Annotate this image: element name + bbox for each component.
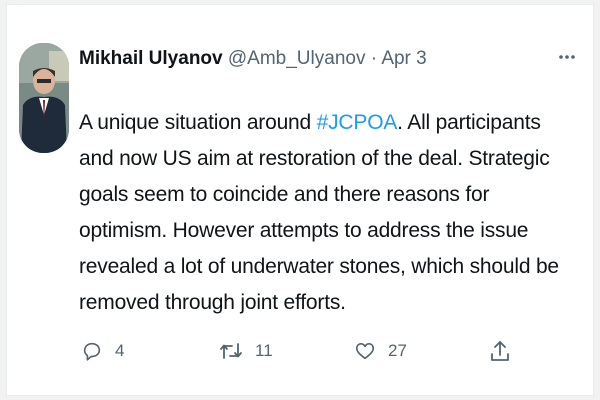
tweet-text-intro: A unique situation around [79,111,317,134]
tweet-date[interactable]: Apr 3 [381,48,426,69]
like-button[interactable]: 27 [354,333,407,369]
author-name[interactable]: Mikhail Ulyanov [79,48,223,69]
reply-icon [83,342,101,361]
tweet-actions: 4 11 27 [79,333,519,369]
like-icon [355,343,375,360]
header-separator: · [370,48,378,69]
reply-count: 4 [115,341,125,360]
retweet-button[interactable]: 11 [219,333,273,369]
avatar-photo [19,43,69,153]
author-handle[interactable]: @Amb_Ulyanov [228,48,366,69]
retweet-count: 11 [255,341,273,360]
tweet-header: Mikhail Ulyanov @Amb_Ulyanov · Apr 3 [79,47,427,71]
reply-button[interactable]: 4 [81,333,124,369]
hashtag-link[interactable]: #JCPOA [317,111,398,134]
more-icon[interactable] [557,49,577,65]
share-button[interactable] [489,333,511,369]
retweet-icon [220,343,242,359]
share-icon [491,341,509,361]
tweet-text-rest: . All participants and now US aim at res… [79,111,559,314]
tweet-card[interactable]: Mikhail Ulyanov @Amb_Ulyanov · Apr 3 A u… [6,4,594,396]
tweet-text: A unique situation around #JCPOA. All pa… [79,105,579,321]
like-count: 27 [388,341,407,360]
avatar[interactable] [19,43,69,153]
